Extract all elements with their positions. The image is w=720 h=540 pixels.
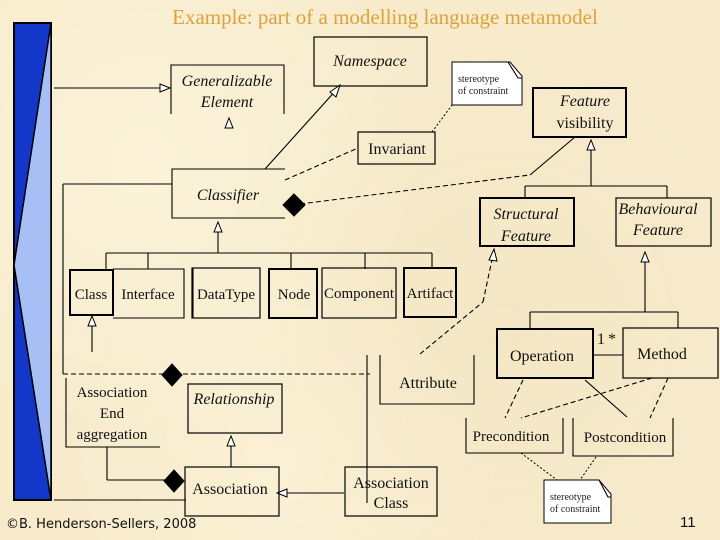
svg-text:Behavioural: Behavioural [618, 201, 698, 218]
connector [264, 87, 339, 170]
connector [529, 136, 576, 176]
svg-text:Feature: Feature [500, 228, 551, 245]
svg-text:Method: Method [637, 346, 687, 363]
class-feature-visibility[interactable]: Feature visibility [532, 87, 627, 138]
connector [520, 452, 558, 481]
class-precondition[interactable]: Precondition [465, 418, 564, 454]
svg-text:Component: Component [324, 286, 395, 302]
svg-text:DataType: DataType [197, 287, 255, 303]
svg-text:Class: Class [75, 287, 108, 303]
class-class[interactable]: Class [69, 269, 114, 316]
svg-text:Association: Association [192, 481, 268, 498]
svg-text:Node: Node [278, 287, 311, 303]
generalization-arrow [586, 138, 596, 151]
svg-text:Artifact: Artifact [407, 286, 454, 302]
connector [584, 379, 628, 418]
svg-text:Relationship: Relationship [193, 391, 275, 408]
class-classifier[interactable]: Classifier [171, 168, 285, 219]
svg-text:Classifier: Classifier [197, 187, 260, 204]
svg-text:of constraint: of constraint [458, 86, 508, 97]
svg-text:Element: Element [200, 94, 254, 111]
decorative-sidebar [13, 22, 52, 501]
svg-text:Feature: Feature [559, 93, 610, 110]
class-artifact[interactable]: Artifact [403, 267, 457, 318]
generalization-arrow [213, 220, 223, 233]
svg-text:Association: Association [77, 385, 148, 401]
svg-text:Feature: Feature [632, 222, 683, 239]
connector [579, 456, 597, 481]
class-behavioural-feature[interactable]: Behavioural Feature [615, 197, 712, 247]
svg-text:Attribute: Attribute [399, 375, 457, 392]
page-number: 11 [680, 514, 696, 531]
association-end-line2: End [100, 406, 125, 422]
composition-diamond [161, 363, 183, 387]
connector [284, 147, 359, 181]
svg-text:Generalizable: Generalizable [182, 73, 273, 90]
generalization-arrow [224, 116, 234, 129]
composition-diamond [282, 193, 306, 217]
stereotype-note-top[interactable]: stereotype of constraint [451, 61, 523, 106]
connector [431, 104, 453, 133]
stereotype-note-bottom[interactable]: stereotype of constraint [543, 479, 612, 524]
class-postcondition[interactable]: Postcondition [572, 418, 674, 457]
svg-text:Operation: Operation [510, 348, 574, 365]
generalization-arrow [226, 434, 236, 447]
svg-text:Interface: Interface [121, 287, 175, 303]
generalization-arrow [488, 247, 498, 262]
generalization-arrow [640, 250, 650, 263]
class-relationship[interactable]: Relationship [187, 383, 283, 434]
class-invariant[interactable]: Invariant [357, 131, 436, 165]
svg-text:Class: Class [374, 495, 409, 512]
class-namespace[interactable]: Namespace [313, 36, 428, 87]
class-component[interactable]: Component [321, 267, 397, 319]
class-generalizable-element[interactable]: Generalizable Element [170, 64, 285, 114]
svg-text:Precondition: Precondition [473, 429, 550, 445]
metamodel-diagram: Generalizable Element Namespace stereoty… [13, 22, 719, 524]
svg-text:visibility: visibility [557, 115, 614, 132]
class-method[interactable]: Method [622, 327, 719, 379]
svg-text:stereotype: stereotype [550, 492, 592, 503]
svg-text:stereotype: stereotype [458, 74, 500, 85]
connector [649, 377, 669, 419]
connector [504, 379, 524, 419]
svg-text:Invariant: Invariant [368, 141, 426, 158]
svg-text:Structural: Structural [494, 206, 559, 223]
copyright-footer: ©B. Henderson-Sellers, 2008 [6, 517, 197, 532]
class-datatype[interactable]: DataType [191, 267, 261, 319]
svg-text:of constraint: of constraint [550, 504, 600, 515]
class-attribute[interactable]: Attribute [379, 355, 475, 405]
class-node[interactable]: Node [268, 268, 318, 319]
class-interface[interactable]: Interface [113, 268, 185, 319]
connector [520, 377, 653, 419]
class-association[interactable]: Association [184, 466, 280, 517]
connector [482, 254, 494, 303]
class-operation[interactable]: Operation [496, 328, 594, 379]
generalization-arrow [159, 83, 172, 93]
multiplicity-many: * [608, 331, 616, 348]
class-structural-feature[interactable]: Structural Feature [479, 197, 575, 247]
generalization-arrow [87, 314, 97, 327]
association-end-line3: aggregation [77, 427, 148, 443]
composition-diamond [163, 469, 185, 493]
multiplicity-one: 1 [597, 331, 605, 348]
svg-text:Association: Association [353, 475, 429, 492]
svg-text:Postcondition: Postcondition [584, 430, 667, 446]
class-association-class[interactable]: Association Class [344, 466, 438, 517]
svg-text:Namespace: Namespace [332, 53, 407, 70]
